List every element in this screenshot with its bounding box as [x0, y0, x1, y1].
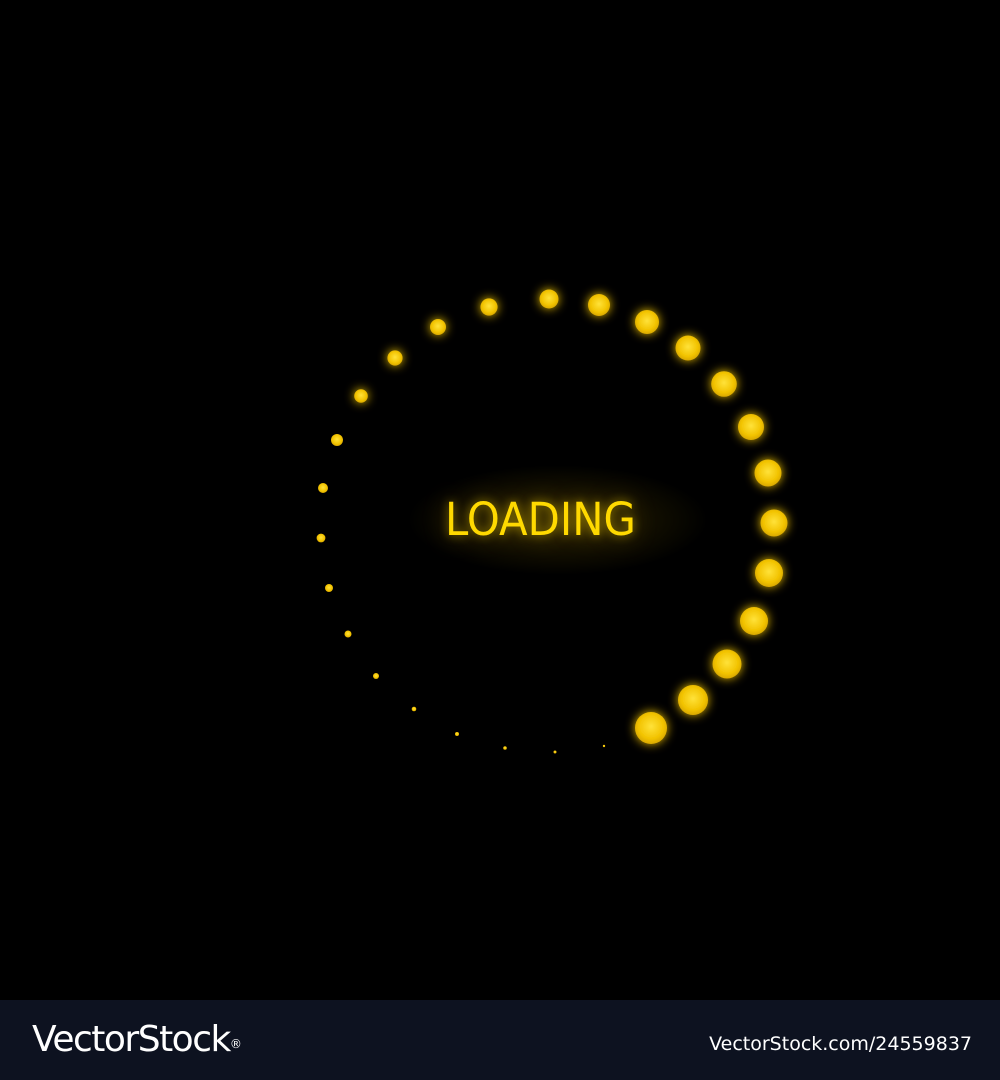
spinner-dot-27 [678, 685, 708, 715]
spinner-dot-25 [740, 607, 768, 635]
spinner-dot-1 [602, 744, 606, 748]
spinner-dot-3 [503, 746, 507, 750]
registered-mark: ® [229, 1037, 242, 1051]
spinner-dot-11 [331, 434, 343, 446]
spinner-dot-28 [635, 712, 667, 744]
spinner-dot-18 [635, 310, 659, 334]
loading-label: LOADING [445, 493, 636, 546]
brand-logo: VectorStock® [32, 1016, 242, 1064]
spinner-dot-12 [354, 389, 368, 403]
spinner-dot-15 [480, 298, 498, 316]
spinner-dot-4 [455, 732, 459, 736]
watermark-bar: VectorStock® VectorStock.com/24559837 [0, 1000, 1000, 1080]
spinner-dot-17 [588, 294, 610, 316]
spinner-dot-22 [754, 459, 782, 487]
spinner-dot-6 [373, 673, 379, 679]
spinner-dot-16 [539, 289, 559, 309]
brand-name: VectorStock [32, 1019, 231, 1060]
spinner-dot-5 [411, 706, 417, 712]
spinner-dot-8 [325, 584, 333, 592]
spinner-dot-2 [553, 750, 557, 754]
spinner-dot-13 [387, 350, 403, 366]
spinner-dot-14 [430, 319, 446, 335]
spinner-dot-19 [675, 335, 701, 361]
spinner-dot-21 [738, 414, 764, 440]
spinner-dot-26 [712, 649, 742, 679]
spinner-dot-9 [316, 533, 326, 543]
spinner-dot-7 [344, 630, 352, 638]
spinner-dot-23 [760, 509, 788, 537]
image-id: VectorStock.com/24559837 [709, 1033, 972, 1055]
spinner-dot-24 [755, 559, 783, 587]
loading-screen: LOADING [0, 0, 1000, 1000]
spinner-dot-10 [318, 483, 328, 493]
spinner-dot-20 [711, 371, 737, 397]
